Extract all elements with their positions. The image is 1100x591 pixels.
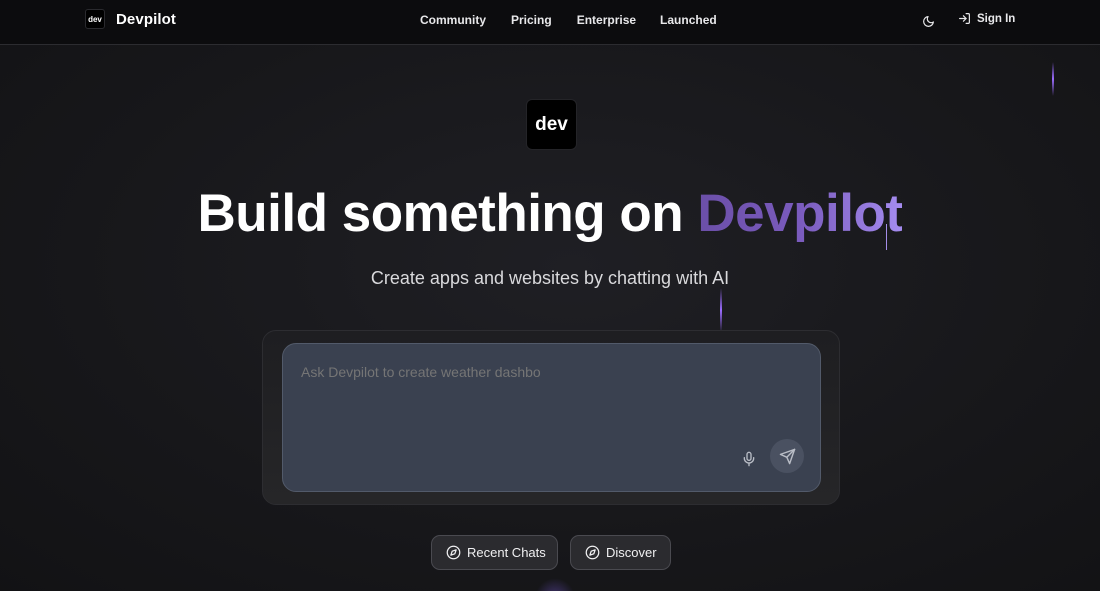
brand[interactable]: dev Devpilot [85, 9, 176, 29]
recent-chats-button[interactable]: Recent Chats [431, 535, 558, 570]
nav-link-launched[interactable]: Launched [660, 13, 717, 27]
hero-title-main: Build something on [197, 184, 698, 243]
prompt-input[interactable] [301, 364, 801, 444]
typing-caret [886, 224, 887, 250]
compass-icon [585, 545, 600, 560]
sign-in-icon [959, 13, 970, 24]
send-icon [779, 448, 795, 464]
nav-link-pricing[interactable]: Pricing [511, 13, 552, 27]
hero-title: Build something on Devpilot [0, 183, 1100, 244]
nav-link-community[interactable]: Community [420, 13, 486, 27]
prompt-box [282, 343, 821, 492]
microphone-button[interactable] [737, 447, 761, 471]
hero-subtitle: Create apps and websites by chatting wit… [370, 268, 730, 288]
top-nav: dev Devpilot Community Pricing Enterpris… [0, 0, 1100, 45]
decorative-beam [1052, 62, 1054, 96]
brand-name: Devpilot [116, 10, 176, 28]
recent-chats-label: Recent Chats [467, 545, 546, 560]
brand-logo: dev [85, 9, 105, 29]
page: dev Devpilot Community Pricing Enterpris… [0, 0, 1100, 591]
nav-link-enterprise[interactable]: Enterprise [577, 13, 636, 27]
theme-toggle-button[interactable] [918, 11, 938, 31]
decorative-glow [535, 578, 575, 591]
moon-icon [922, 15, 934, 27]
hero-title-accent: Devpilot [697, 184, 903, 243]
hero-logo: dev [526, 99, 577, 150]
nav-links: Community Pricing Enterprise Launched [420, 13, 717, 27]
microphone-icon [743, 451, 755, 467]
send-button[interactable] [770, 439, 804, 473]
sign-in-button[interactable]: Sign In [958, 12, 1015, 25]
sign-in-label: Sign In [977, 12, 1016, 25]
decorative-beam [720, 288, 722, 332]
discover-label: Discover [606, 545, 657, 560]
discover-button[interactable]: Discover [570, 535, 671, 570]
compass-icon [446, 545, 461, 560]
